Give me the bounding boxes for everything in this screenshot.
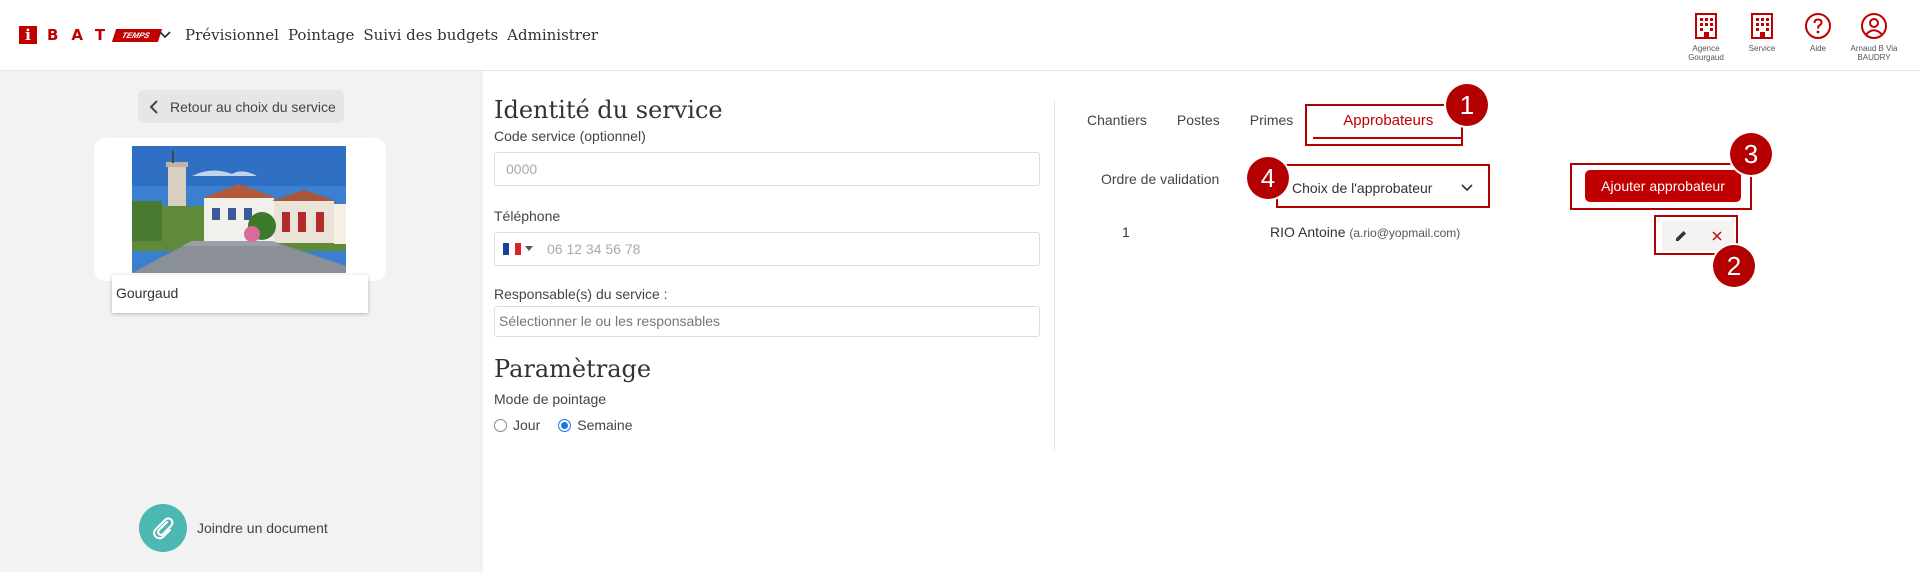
nav-item-previsionnel[interactable]: Prévisionnel	[185, 26, 279, 44]
caret-down-icon[interactable]	[525, 246, 533, 252]
nav-item-administrer[interactable]: Administrer	[507, 26, 598, 44]
badge-2: 2	[1713, 245, 1755, 287]
help-icon	[1805, 13, 1831, 39]
help-label: Aide	[1809, 44, 1826, 53]
approver-email: (a.rio@yopmail.com)	[1349, 226, 1461, 240]
highlight-box-3	[1570, 163, 1752, 210]
approver-name: RIO Antoine	[1270, 224, 1346, 240]
responsible-select[interactable]: Sélectionner le ou les responsables	[494, 306, 1040, 337]
phone-input[interactable]: 06 12 34 56 78	[494, 232, 1040, 266]
code-input[interactable]: 0000	[494, 152, 1040, 186]
help-button[interactable]: Aide	[1790, 12, 1846, 62]
identity-title: Identité du service	[494, 96, 723, 124]
badge-3: 3	[1730, 133, 1772, 175]
logo-mark: i	[19, 26, 37, 44]
radio-jour-label: Jour	[513, 417, 541, 433]
order-label: Ordre de validation	[1101, 171, 1220, 187]
paperclip-icon	[139, 504, 187, 552]
attach-document-button[interactable]: Joindre un document	[139, 504, 328, 552]
service-photo-card	[94, 138, 386, 281]
chevron-down-icon[interactable]	[158, 28, 172, 42]
responsible-label: Responsable(s) du service :	[494, 286, 668, 302]
highlight-box-4	[1276, 164, 1490, 208]
agency-button[interactable]: Agence Gourgaud	[1678, 12, 1734, 62]
chevron-left-icon	[149, 99, 158, 114]
building-icon	[1751, 13, 1773, 39]
service-name: Gourgaud	[116, 285, 179, 301]
main-nav: Prévisionnel Pointage Suivi des budgets …	[185, 26, 598, 44]
service-button[interactable]: Service	[1734, 12, 1790, 62]
attach-document-label: Joindre un document	[197, 520, 328, 536]
left-panel: Retour au choix du service Gourgaud Join…	[0, 71, 483, 572]
service-name-card: Gourgaud	[112, 275, 368, 313]
top-bar: i BAT TEMPS Prévisionnel Pointage Suivi …	[0, 0, 1920, 71]
building-icon	[1695, 13, 1717, 39]
params-title: Paramètrage	[494, 355, 652, 383]
back-button[interactable]: Retour au choix du service	[138, 90, 344, 123]
mode-radio-group: Jour Semaine	[494, 417, 1040, 433]
user-icon	[1861, 13, 1887, 39]
tab-chantiers[interactable]: Chantiers	[1087, 112, 1147, 139]
radio-jour[interactable]	[494, 418, 507, 432]
nav-item-pointage[interactable]: Pointage	[288, 26, 354, 44]
vertical-divider	[1054, 100, 1055, 450]
phone-placeholder: 06 12 34 56 78	[547, 241, 641, 257]
nav-item-suivi-budgets[interactable]: Suivi des budgets	[363, 26, 498, 44]
top-actions: Agence Gourgaud Service Aide Arnaud B Vi…	[1678, 12, 1902, 62]
approver-order: 1	[1122, 224, 1130, 240]
badge-1: 1	[1446, 84, 1488, 126]
badge-4: 4	[1247, 157, 1289, 199]
tab-primes[interactable]: Primes	[1250, 112, 1294, 139]
france-flag-icon[interactable]	[503, 243, 521, 255]
logo-text: BAT	[47, 26, 119, 44]
service-photo[interactable]	[132, 146, 346, 273]
user-button[interactable]: Arnaud B Via BAUDRY	[1846, 12, 1902, 62]
logo-temps-badge: TEMPS	[111, 28, 162, 42]
radio-semaine[interactable]	[558, 418, 572, 432]
approver-row: RIO Antoine (a.rio@yopmail.com)	[1270, 224, 1460, 240]
highlight-box-1	[1305, 104, 1463, 146]
code-label: Code service (optionnel)	[494, 128, 646, 144]
service-identity-form: Identité du service Code service (option…	[494, 96, 1040, 433]
app-logo[interactable]: i BAT TEMPS	[19, 26, 162, 44]
agency-label: Agence Gourgaud	[1688, 44, 1724, 62]
tab-postes[interactable]: Postes	[1177, 112, 1220, 139]
user-label: Arnaud B Via BAUDRY	[1850, 44, 1898, 62]
service-label: Service	[1748, 44, 1776, 53]
back-button-label: Retour au choix du service	[170, 98, 336, 115]
radio-semaine-label: Semaine	[577, 417, 633, 433]
phone-label: Téléphone	[494, 208, 561, 224]
mode-label: Mode de pointage	[494, 391, 607, 407]
